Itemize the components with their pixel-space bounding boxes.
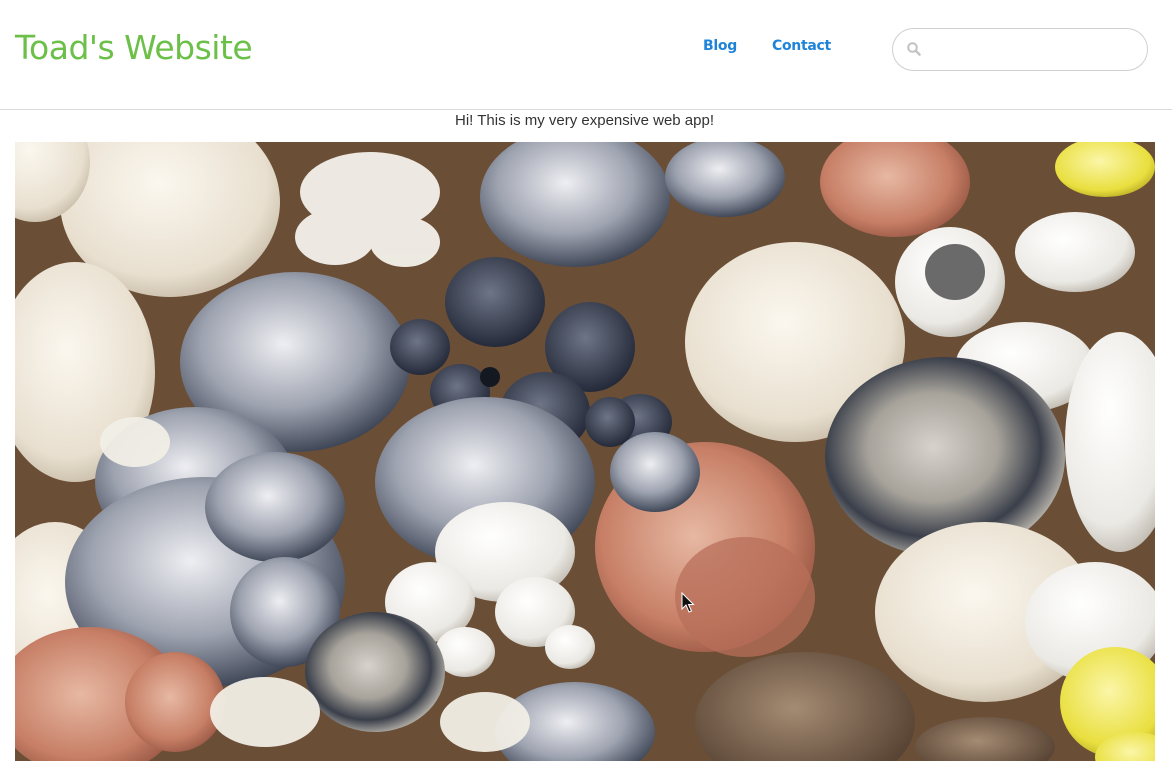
search-box[interactable]	[892, 28, 1148, 71]
mushroom-photo	[15, 142, 1155, 761]
tagline: Hi! This is my very expensive web app!	[455, 112, 714, 129]
site-title-link[interactable]: Toad's Website	[15, 28, 253, 68]
mouse-cursor-icon	[681, 592, 695, 613]
nav-link-contact[interactable]: Contact	[772, 38, 831, 54]
nav-link-blog[interactable]: Blog	[703, 38, 737, 54]
hero-image	[15, 142, 1155, 761]
search-input[interactable]	[929, 37, 1134, 63]
site-header: Toad's Website Blog Contact	[0, 0, 1172, 110]
search-icon	[907, 42, 921, 56]
